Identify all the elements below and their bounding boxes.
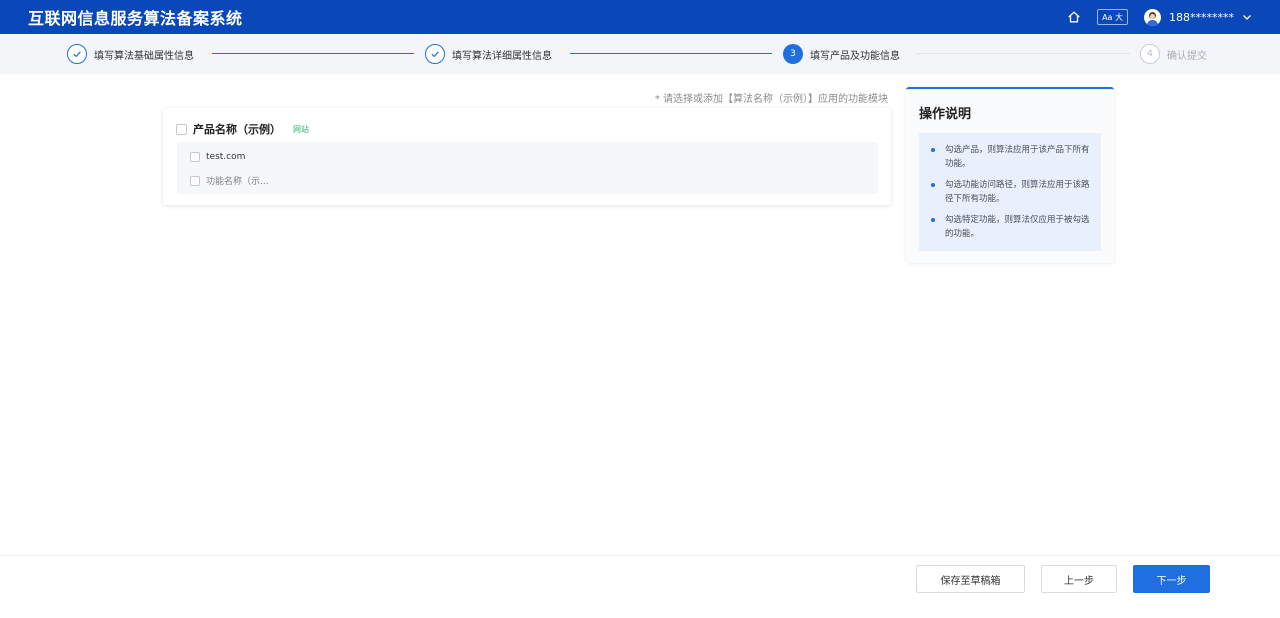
- step-connector: [570, 53, 772, 54]
- function-label: 功能名称（示...: [206, 177, 269, 187]
- chevron-down-icon[interactable]: [1242, 12, 1252, 22]
- top-header: 互联网信息服务算法备案系统 Aa 大 188********: [0, 0, 1280, 34]
- bullet-icon: [931, 183, 935, 187]
- selection-hint: * 请选择或添加【算法名称（示例）】应用的功能模块: [654, 94, 888, 105]
- list-item: test.com: [190, 152, 245, 162]
- list-item: 功能名称（示...: [190, 174, 269, 187]
- bullet-icon: [931, 218, 935, 222]
- product-card: 产品名称（示例） 网站 test.com 功能名称（示...: [163, 108, 891, 205]
- instruction-text: 勾选功能访问路径，则算法应用于该路径下所有功能。: [945, 180, 1090, 204]
- home-icon[interactable]: [1067, 10, 1081, 24]
- progress-steps: 填写算法基础属性信息 填写算法详细属性信息 3 填写产品及功能信息 4 确认提交: [0, 34, 1280, 74]
- check-icon: [425, 44, 445, 64]
- product-checkbox[interactable]: [176, 123, 187, 135]
- step-4-label: 确认提交: [1167, 50, 1207, 62]
- step-2-label: 填写算法详细属性信息: [452, 50, 552, 62]
- function-list: test.com 功能名称（示...: [177, 142, 878, 194]
- user-name[interactable]: 188********: [1169, 11, 1234, 24]
- step-connector: [212, 53, 414, 54]
- instruction-text: 勾选特定功能，则算法仅应用于被勾选的功能。: [945, 215, 1090, 239]
- footer-bar: 保存至草稿箱 上一步 下一步: [0, 555, 1280, 618]
- step-4-number: 4: [1140, 44, 1160, 64]
- font-size-toggle[interactable]: Aa 大: [1097, 9, 1128, 25]
- instructions-panel: 操作说明 勾选产品，则算法应用于该产品下所有功能。 勾选功能访问路径，则算法应用…: [906, 87, 1114, 263]
- step-3-label: 填写产品及功能信息: [810, 50, 900, 62]
- bullet-icon: [931, 148, 935, 152]
- product-header: 产品名称（示例） 网站: [176, 121, 309, 137]
- step-1: 填写算法基础属性信息: [67, 44, 194, 64]
- header-actions: Aa 大 188********: [1067, 8, 1252, 26]
- prev-step-button[interactable]: 上一步: [1041, 565, 1117, 593]
- instruction-item: 勾选特定功能，则算法仅应用于被勾选的功能。: [931, 213, 1091, 241]
- step-4: 4 确认提交: [1140, 44, 1207, 64]
- step-2: 填写算法详细属性信息: [425, 44, 552, 64]
- avatar[interactable]: [1144, 8, 1161, 26]
- path-checkbox[interactable]: [190, 152, 200, 162]
- instruction-text: 勾选产品，则算法应用于该产品下所有功能。: [945, 145, 1090, 169]
- step-1-label: 填写算法基础属性信息: [94, 50, 194, 62]
- instructions-list: 勾选产品，则算法应用于该产品下所有功能。 勾选功能访问路径，则算法应用于该路径下…: [919, 133, 1101, 251]
- instruction-item: 勾选功能访问路径，则算法应用于该路径下所有功能。: [931, 178, 1091, 206]
- product-type-tag: 网站: [293, 124, 309, 134]
- check-icon: [67, 44, 87, 64]
- step-3-number: 3: [783, 44, 803, 64]
- save-draft-button[interactable]: 保存至草稿箱: [916, 565, 1025, 593]
- instruction-item: 勾选产品，则算法应用于该产品下所有功能。: [931, 143, 1091, 171]
- product-name: 产品名称（示例）: [193, 123, 281, 136]
- instructions-title: 操作说明: [919, 107, 972, 122]
- path-label: test.com: [206, 152, 246, 162]
- app-title: 互联网信息服务算法备案系统: [28, 9, 243, 28]
- next-step-button[interactable]: 下一步: [1133, 565, 1210, 593]
- step-3: 3 填写产品及功能信息: [783, 44, 900, 64]
- step-connector: [916, 53, 1130, 54]
- function-checkbox[interactable]: [190, 175, 200, 186]
